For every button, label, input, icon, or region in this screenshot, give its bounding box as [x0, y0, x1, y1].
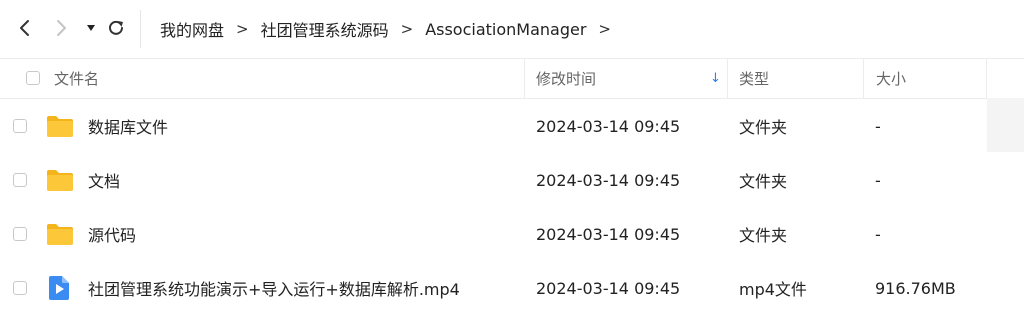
file-name[interactable]: 社团管理系统功能演示+导入运行+数据库解析.mp4 [88, 261, 460, 315]
folder-icon [46, 207, 74, 261]
column-header-type[interactable]: 类型 [739, 58, 769, 98]
file-modified: 2024-03-14 09:45 [536, 116, 681, 136]
column-header-size[interactable]: 大小 [876, 58, 906, 98]
file-name[interactable]: 文档 [88, 153, 120, 207]
toolbar: 我的网盘 > 社团管理系统源码 > AssociationManager > [0, 0, 1024, 58]
file-modified: 2024-03-14 09:45 [536, 170, 681, 190]
column-resizer[interactable] [727, 58, 728, 98]
file-size: 916.76MB [875, 278, 956, 298]
breadcrumb-separator: > [236, 20, 249, 38]
select-all-checkbox[interactable] [26, 71, 40, 85]
select-all-cell [26, 58, 40, 98]
dropdown-caret-icon [87, 25, 95, 31]
file-row[interactable]: 数据库文件 2024-03-14 09:45 文件夹 - [0, 99, 1024, 153]
file-size: - [875, 170, 881, 190]
breadcrumb-separator: > [598, 20, 611, 38]
column-header-name[interactable]: 文件名 [54, 58, 99, 98]
column-header-modified[interactable]: 修改时间 [536, 58, 596, 98]
file-type: 文件夹 [739, 118, 788, 137]
file-row[interactable]: 文档 2024-03-14 09:45 文件夹 - [0, 153, 1024, 207]
row-checkbox-cell [13, 153, 27, 207]
file-name[interactable]: 源代码 [88, 207, 136, 261]
sort-arrow-icon: ↓ [710, 70, 721, 86]
file-name[interactable]: 数据库文件 [88, 99, 168, 153]
breadcrumb: 我的网盘 > 社团管理系统源码 > AssociationManager > [160, 0, 623, 58]
row-checkbox[interactable] [13, 173, 27, 187]
forward-arrow-icon [57, 20, 66, 36]
row-checkbox-cell [13, 99, 27, 153]
folder-icon [46, 153, 74, 207]
file-size: - [875, 224, 881, 244]
toolbar-divider [140, 10, 141, 48]
file-modified: 2024-03-14 09:45 [536, 278, 681, 298]
file-type: mp4文件 [739, 280, 807, 299]
breadcrumb-item-root[interactable]: 我的网盘 [160, 17, 224, 41]
file-type: 文件夹 [739, 226, 788, 245]
forward-button[interactable] [50, 17, 72, 39]
column-resizer[interactable] [863, 58, 864, 98]
refresh-button[interactable] [105, 17, 127, 39]
breadcrumb-separator: > [400, 20, 414, 38]
column-resizer[interactable] [986, 58, 987, 98]
column-resizer[interactable] [524, 58, 525, 98]
row-checkbox[interactable] [13, 227, 27, 241]
folder-icon [46, 99, 74, 153]
breadcrumb-item-current[interactable]: AssociationManager [425, 20, 586, 39]
row-checkbox-cell [13, 207, 27, 261]
file-modified: 2024-03-14 09:45 [536, 224, 681, 244]
file-row[interactable]: 社团管理系统功能演示+导入运行+数据库解析.mp4 2024-03-14 09:… [0, 261, 1024, 315]
sort-descending-icon[interactable]: ↓ [710, 58, 721, 98]
file-size: - [875, 116, 881, 136]
row-checkbox[interactable] [13, 119, 27, 133]
history-dropdown-button[interactable] [80, 17, 102, 39]
file-type: 文件夹 [739, 172, 788, 191]
file-list-header: 文件名 修改时间 ↓ 类型 大小 [0, 58, 1024, 98]
refresh-icon [109, 20, 123, 35]
row-checkbox-cell [13, 261, 27, 315]
row-checkbox[interactable] [13, 281, 27, 295]
video-file-icon [48, 261, 70, 315]
back-button[interactable] [14, 17, 36, 39]
breadcrumb-item-project[interactable]: 社团管理系统源码 [261, 17, 389, 41]
file-row[interactable]: 源代码 2024-03-14 09:45 文件夹 - [0, 207, 1024, 261]
back-arrow-icon [20, 20, 29, 36]
